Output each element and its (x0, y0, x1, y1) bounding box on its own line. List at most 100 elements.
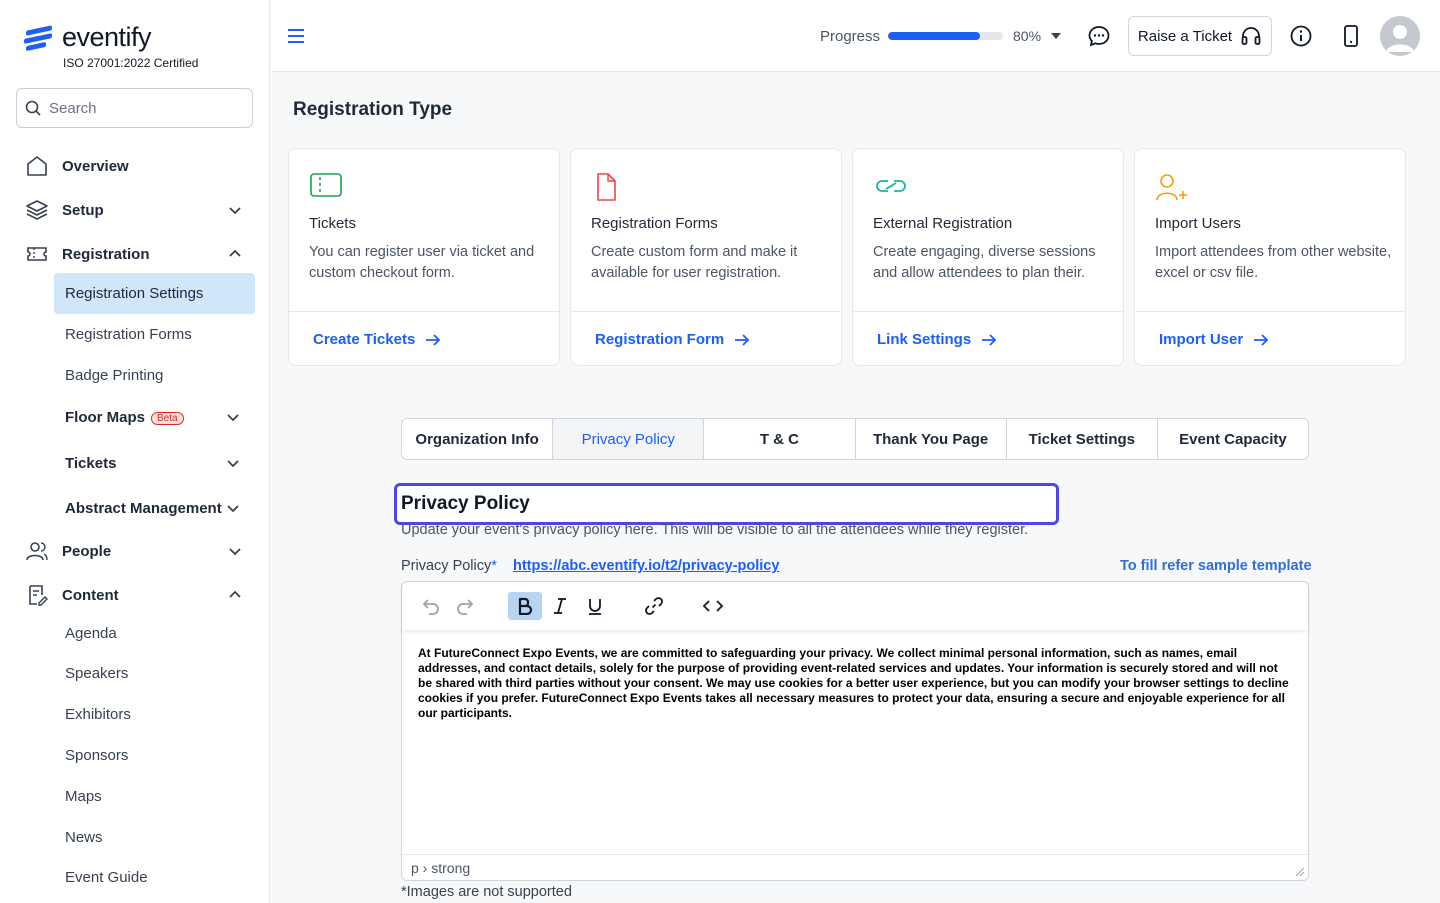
chevron-down-icon[interactable] (226, 410, 240, 424)
create-tickets-link[interactable]: Create Tickets (313, 331, 441, 348)
sidebar-item-news[interactable]: News (65, 829, 103, 846)
search-input[interactable] (49, 99, 229, 117)
sidebar-item-speakers[interactable]: Speakers (65, 665, 128, 682)
tab-thank-you-page[interactable]: Thank You Page (856, 419, 1007, 459)
tab-terms-and-conditions[interactable]: T & C (704, 419, 856, 459)
sample-template-link[interactable]: To fill refer sample template (1120, 558, 1312, 574)
card-registration-forms: Registration Forms Create custom form an… (570, 148, 842, 366)
tab-event-capacity[interactable]: Event Capacity (1158, 419, 1308, 459)
privacy-policy-url-link[interactable]: https://abc.eventify.io/t2/privacy-polic… (513, 558, 779, 574)
redo-button[interactable] (449, 592, 483, 620)
sidebar-item-people[interactable]: People (24, 538, 246, 564)
card-divider (853, 311, 1123, 312)
topbar: Progress 80% Raise a Ticket (271, 0, 1440, 72)
underline-button[interactable] (578, 592, 612, 620)
link-settings-link[interactable]: Link Settings (877, 331, 997, 348)
tab-privacy-policy[interactable]: Privacy Policy (553, 419, 705, 459)
sidebar-item-abstract-management[interactable]: Abstract Management (65, 500, 222, 517)
sidebar-item-registration-settings[interactable]: Registration Settings (65, 285, 203, 302)
caret-down-icon[interactable] (1051, 33, 1061, 39)
sidebar-item-exhibitors[interactable]: Exhibitors (65, 706, 131, 723)
mobile-phone-icon[interactable] (1341, 24, 1361, 48)
italic-button[interactable] (543, 592, 577, 620)
eventify-logo-icon (24, 24, 54, 51)
people-icon (24, 538, 50, 564)
sidebar-item-event-guide[interactable]: Event Guide (65, 869, 148, 886)
bold-icon (518, 597, 533, 615)
editor-content[interactable]: At FutureConnect Expo Events, we are com… (418, 646, 1294, 721)
progress-percent: 80% (1013, 28, 1042, 44)
content-document-icon (24, 582, 50, 608)
sidebar-label: People (62, 542, 112, 560)
sidebar-item-agenda[interactable]: Agenda (65, 625, 117, 642)
link-chain-icon (645, 597, 663, 615)
progress-fill (888, 32, 980, 40)
privacy-policy-heading: Privacy Policy (401, 493, 530, 514)
beta-badge: Beta (151, 411, 184, 425)
brand-name: eventify (62, 22, 152, 52)
chevron-down-icon[interactable] (226, 456, 240, 470)
card-link-label: Import User (1159, 331, 1244, 348)
sidebar-item-registration-forms[interactable]: Registration Forms (65, 326, 192, 343)
card-title: Registration Forms (591, 215, 718, 232)
sidebar-item-setup[interactable]: Setup (24, 197, 246, 223)
progress-bar (888, 32, 1003, 40)
sidebar-label: Setup (62, 201, 104, 219)
import-user-link[interactable]: Import User (1159, 331, 1269, 348)
sidebar-label: Floor Maps (65, 409, 146, 426)
privacy-policy-label: Privacy Policy* (401, 558, 497, 574)
card-link-label: Registration Form (595, 331, 725, 348)
undo-button[interactable] (413, 592, 447, 620)
card-title: Tickets (309, 215, 356, 232)
required-marker: * (491, 558, 497, 574)
bold-button[interactable] (508, 592, 542, 620)
card-title: Import Users (1155, 215, 1241, 232)
privacy-policy-description: Update your event's privacy policy here.… (401, 522, 1029, 538)
resize-handle-icon[interactable] (1294, 866, 1304, 876)
layers-icon (24, 197, 50, 223)
arrow-right-icon (1254, 333, 1269, 346)
registration-form-link[interactable]: Registration Form (595, 331, 750, 348)
sidebar-item-floor-maps[interactable]: Floor Maps Beta (65, 409, 184, 426)
chevron-down-icon (229, 548, 241, 556)
editor-statusbar: p › strong (402, 854, 1308, 880)
tab-organization-info[interactable]: Organization Info (402, 419, 554, 459)
search-box[interactable] (16, 88, 253, 128)
editor-toolbar (402, 582, 1308, 630)
italic-icon (554, 598, 566, 614)
sidebar-item-registration[interactable]: Registration (24, 241, 246, 267)
ticket-outline-icon (24, 241, 50, 267)
rich-text-editor: At FutureConnect Expo Events, we are com… (401, 581, 1309, 881)
sidebar-item-content[interactable]: Content (24, 582, 246, 608)
settings-tabs: Organization Info Privacy Policy T & C T… (401, 418, 1309, 460)
user-avatar-icon (1386, 25, 1414, 52)
code-icon (703, 600, 723, 612)
tab-ticket-settings[interactable]: Ticket Settings (1007, 419, 1158, 459)
raise-ticket-button[interactable]: Raise a Ticket (1128, 16, 1272, 56)
sidebar-item-tickets[interactable]: Tickets (65, 455, 116, 472)
underline-icon (589, 599, 601, 615)
document-icon (597, 173, 616, 201)
source-code-button[interactable] (696, 592, 730, 620)
sidebar-item-sponsors[interactable]: Sponsors (65, 747, 128, 764)
info-icon[interactable] (1289, 24, 1313, 48)
sidebar-item-overview[interactable]: Overview (24, 153, 246, 179)
card-description: Import attendees from other website, exc… (1155, 244, 1392, 281)
user-avatar[interactable] (1380, 16, 1420, 56)
headset-icon (1241, 27, 1261, 45)
page-title: Registration Type (293, 99, 453, 120)
insert-link-button[interactable] (637, 592, 671, 620)
arrow-right-icon (735, 333, 750, 346)
ticket-icon (310, 173, 342, 197)
brand-logo[interactable]: eventify (24, 22, 152, 53)
sidebar-item-badge-printing[interactable]: Badge Printing (65, 367, 163, 384)
hamburger-menu-icon[interactable] (287, 28, 305, 44)
sidebar-item-maps[interactable]: Maps (65, 788, 102, 805)
progress-label: Progress (820, 28, 881, 45)
chevron-up-icon (229, 590, 241, 598)
chat-icon[interactable] (1087, 24, 1111, 48)
chevron-down-icon (229, 207, 241, 215)
sidebar-label: Registration (62, 245, 150, 263)
chevron-down-icon[interactable] (226, 501, 240, 515)
card-link-label: Create Tickets (313, 331, 416, 348)
